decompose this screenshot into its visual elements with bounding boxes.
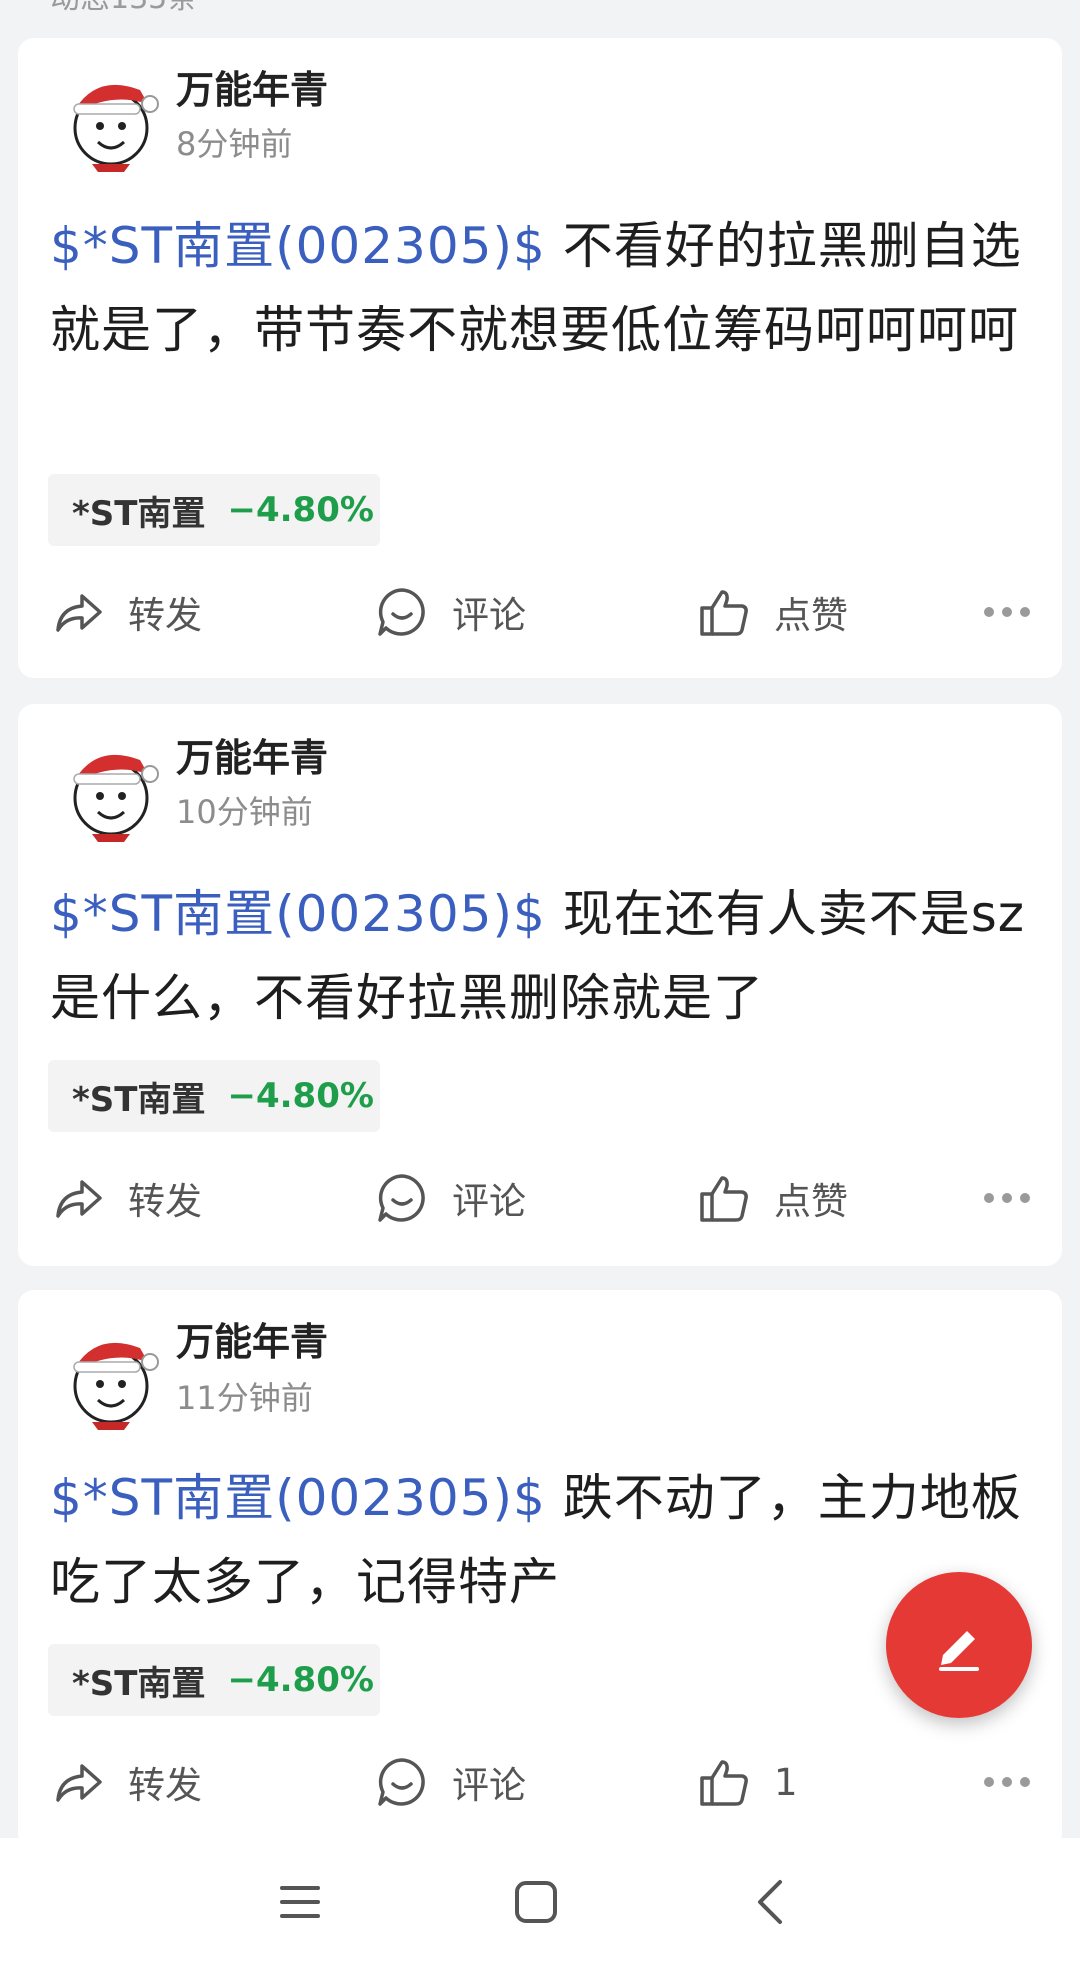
repost-button[interactable]: 转发 [50,1752,202,1812]
back-chevron-icon [758,1880,782,1924]
stock-tag[interactable]: *ST南置 −4.80% [48,1644,380,1716]
comment-label: 评论 [452,1180,526,1223]
share-arrow-icon [56,1764,102,1802]
action-bar: 转发 评论 1 [18,1752,1062,1812]
stock-link[interactable]: $*ST南置(002305)$ [50,885,546,943]
like-label: 点赞 [774,1180,848,1223]
repost-label: 转发 [128,1180,202,1223]
more-dots-icon[interactable] [984,582,1030,642]
compose-button[interactable] [886,1572,1032,1718]
comment-bubble-icon [378,1758,425,1806]
thumbs-up-icon [700,590,748,636]
stock-tag-name: *ST南置 [72,1079,206,1120]
system-nav-bar [0,1838,1080,1966]
action-bar: 转发 评论 点赞 [18,582,1062,642]
comment-button[interactable]: 评论 [374,1168,526,1228]
post-card[interactable]: 万能年青 8分钟前 $*ST南置(002305)$ 不看好的拉黑删自选就是了，带… [18,38,1062,678]
action-bar: 转发 评论 点赞 [18,1168,1062,1228]
repost-button[interactable]: 转发 [50,582,202,642]
thumbs-up-icon [700,1760,748,1806]
stock-link[interactable]: $*ST南置(002305)$ [50,217,546,275]
username[interactable]: 万能年青 [176,1320,328,1364]
avatar[interactable] [58,1326,164,1432]
repost-button[interactable]: 转发 [50,1168,202,1228]
comment-label: 评论 [452,594,526,637]
post-text[interactable]: $*ST南置(002305)$ 跌不动了，主力地板吃了太多了，记得特产 [50,1456,1050,1624]
menu-icon [280,1886,320,1918]
username[interactable]: 万能年青 [176,68,328,112]
more-dots-icon[interactable] [984,1752,1030,1812]
comment-bubble-icon [378,1174,425,1222]
post-text[interactable]: $*ST南置(002305)$ 不看好的拉黑删自选就是了，带节奏不就想要低位筹码… [50,204,1050,372]
stock-tag[interactable]: *ST南置 −4.80% [48,1060,380,1132]
comment-button[interactable]: 评论 [374,1752,526,1812]
like-button[interactable]: 点赞 [696,1168,848,1228]
timestamp: 8分钟前 [176,125,293,163]
stock-tag-name: *ST南置 [72,493,206,534]
menu-button[interactable] [262,1864,338,1940]
timestamp: 11分钟前 [176,1379,313,1417]
stock-tag-change: −4.80% [227,1660,374,1700]
username[interactable]: 万能年青 [176,736,328,780]
timestamp: 10分钟前 [176,793,313,831]
share-arrow-icon [56,594,102,632]
edit-pencil-icon [939,1631,979,1671]
like-label: 点赞 [774,594,848,637]
more-dots-icon[interactable] [984,1168,1030,1228]
comment-bubble-icon [378,588,425,636]
avatar[interactable] [58,68,164,174]
back-button[interactable] [732,1864,808,1940]
stock-tag-change: −4.80% [227,490,374,530]
stock-tag-name: *ST南置 [72,1663,206,1704]
like-button[interactable]: 1 [696,1752,798,1812]
like-count: 1 [774,1760,798,1804]
repost-label: 转发 [128,594,202,637]
post-card[interactable]: 万能年青 10分钟前 $*ST南置(002305)$ 现在还有人卖不是sz是什么… [18,704,1062,1266]
share-arrow-icon [56,1180,102,1218]
comment-button[interactable]: 评论 [374,582,526,642]
comment-label: 评论 [452,1764,526,1807]
home-square-icon [515,1881,557,1923]
home-button[interactable] [498,1864,574,1940]
thumbs-up-icon [700,1176,748,1222]
avatar[interactable] [58,738,164,844]
post-card[interactable]: 万能年青 11分钟前 $*ST南置(002305)$ 跌不动了，主力地板吃了太多… [18,1290,1062,1850]
post-text[interactable]: $*ST南置(002305)$ 现在还有人卖不是sz是什么，不看好拉黑删除就是了 [50,872,1050,1040]
stock-link[interactable]: $*ST南置(002305)$ [50,1469,546,1527]
post-count: 动态135条 [50,0,197,16]
repost-label: 转发 [128,1764,202,1807]
stock-tag[interactable]: *ST南置 −4.80% [48,474,380,546]
like-button[interactable]: 点赞 [696,582,848,642]
stock-tag-change: −4.80% [227,1076,374,1116]
